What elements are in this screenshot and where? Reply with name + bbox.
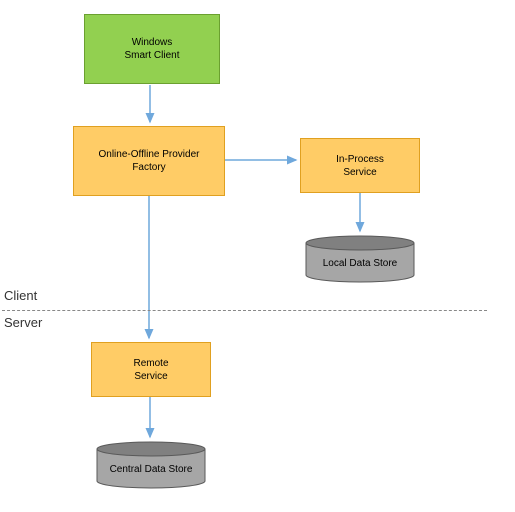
zone-client-label: Client <box>4 288 37 303</box>
node-local-data-store: Local Data Store <box>305 235 415 283</box>
node-windows-smart-client: Windows Smart Client <box>84 14 220 84</box>
node-central-data-store: Central Data Store <box>96 441 206 489</box>
label-line2: Service <box>134 371 167 382</box>
label: Central Data Store <box>110 464 193 475</box>
label-line1: Remote <box>133 358 168 369</box>
zone-server-label: Server <box>4 315 42 330</box>
label-line2: Service <box>343 167 376 178</box>
label-line1: In-Process <box>336 154 384 165</box>
zone-divider <box>2 310 487 311</box>
node-provider-factory: Online-Offline Provider Factory <box>73 126 225 196</box>
node-remote-service: Remote Service <box>91 342 211 397</box>
label-line2: Smart Client <box>124 50 179 61</box>
label-line1: Online-Offline Provider <box>99 149 200 160</box>
node-inprocess-service: In-Process Service <box>300 138 420 193</box>
label: Local Data Store <box>323 258 398 269</box>
label-line2: Factory <box>132 162 165 173</box>
label-line1: Windows <box>132 37 173 48</box>
arrow-client-to-factory <box>0 0 515 512</box>
